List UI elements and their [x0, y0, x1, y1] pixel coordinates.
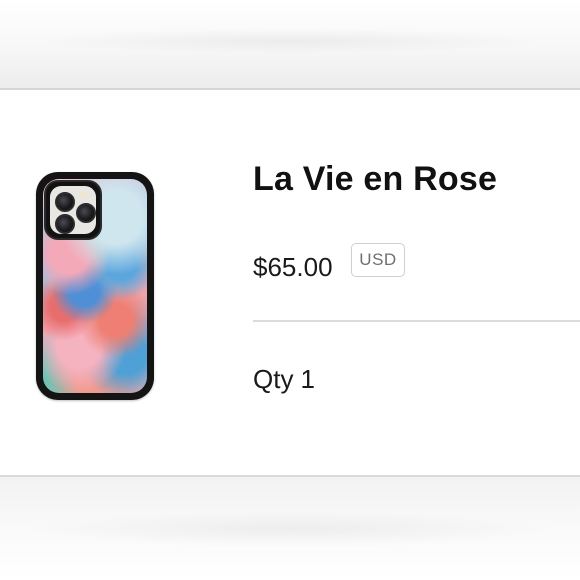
quantity-value: 1: [300, 364, 315, 394]
product-image[interactable]: [36, 172, 154, 400]
phone-case-icon: [36, 172, 154, 400]
camera-plate: [50, 186, 96, 234]
top-blur-shadow: [30, 28, 550, 54]
flash-icon: [81, 191, 87, 197]
product-title[interactable]: La Vie en Rose: [253, 160, 497, 199]
top-divider: [0, 88, 580, 90]
camera-lens-icon: [55, 214, 75, 234]
bottom-blurred-strip: [0, 477, 580, 580]
order-item-page: La Vie en Rose $65.00 USD Qty 1: [0, 0, 580, 580]
currency-badge: USD: [351, 243, 405, 277]
camera-bump-icon: [44, 180, 102, 240]
details-divider: [253, 320, 580, 322]
quantity-label: Qty: [253, 364, 294, 394]
bottom-blur-shadow: [20, 511, 560, 547]
camera-lens-icon: [55, 192, 75, 212]
camera-lens-icon: [76, 203, 96, 223]
top-blurred-strip: [0, 0, 580, 88]
product-price: $65.00: [253, 252, 333, 282]
quantity: Qty 1: [253, 364, 315, 395]
